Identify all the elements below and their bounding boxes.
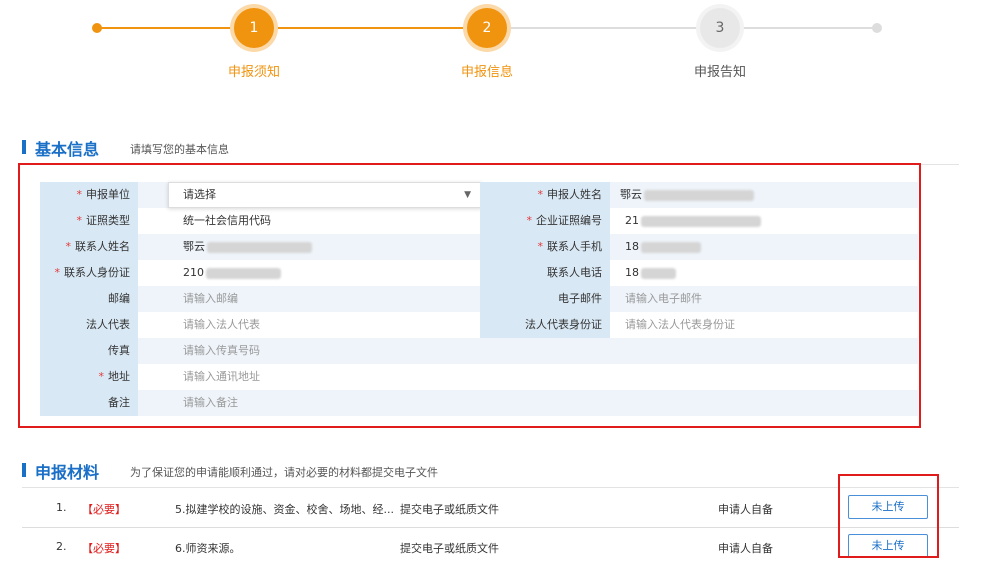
highlight-box-upload xyxy=(838,474,939,558)
address-input[interactable]: 请输入通讯地址 xyxy=(173,364,918,390)
label-postcode: 邮编 xyxy=(40,286,138,312)
step-progress: 1 申报须知 2 申报信息 3 申报告知 xyxy=(0,0,981,90)
material-type: 提交电子或纸质文件 xyxy=(400,503,499,516)
step-2-circle[interactable]: 2 xyxy=(467,8,507,48)
redacted-text xyxy=(641,267,676,279)
label-remark: 备注 xyxy=(40,390,138,416)
material-source: 申请人自备 xyxy=(718,542,773,555)
label-license-type: * 证照类型 xyxy=(40,208,138,234)
step-2-label[interactable]: 申报信息 xyxy=(427,61,547,80)
remark-input[interactable]: 请输入备注 xyxy=(138,390,918,416)
material-type: 提交电子或纸质文件 xyxy=(400,542,499,555)
applicant-name-field[interactable]: 鄂云 xyxy=(610,182,918,208)
label-applicant-unit: * 申报单位 xyxy=(40,182,138,208)
label-legal-rep-id: 法人代表身份证 xyxy=(480,312,610,338)
step-3-circle: 3 xyxy=(700,8,740,48)
progress-start-dot xyxy=(92,23,102,33)
legal-rep-id-input[interactable]: 请输入法人代表身份证 xyxy=(615,312,918,338)
postcode-input[interactable]: 请输入邮编 xyxy=(138,286,480,312)
material-index: 2. xyxy=(56,540,67,553)
basic-info-title: 基本信息 xyxy=(35,140,100,159)
progress-line-completed xyxy=(97,27,487,29)
form-row: * 地址 请输入通讯地址 xyxy=(40,364,918,390)
form-row: 邮编 请输入邮编 电子邮件 请输入电子邮件 xyxy=(40,286,918,312)
dropdown-arrow-icon: ▼ xyxy=(464,190,471,200)
basic-info-subtitle: 请填写您的基本信息 xyxy=(130,143,229,156)
required-tag: 【必要】 xyxy=(82,503,126,516)
step-3-label: 申报告知 xyxy=(693,65,746,80)
redacted-text xyxy=(207,241,312,253)
label-address: * 地址 xyxy=(40,364,138,390)
label-email: 电子邮件 xyxy=(480,286,610,312)
label-fax: 传真 xyxy=(40,338,138,364)
form-row: * 联系人身份证 210 联系人电话 18 xyxy=(40,260,918,286)
material-name[interactable]: 5.拟建学校的设施、资金、校舍、场地、经... xyxy=(175,501,394,517)
divider xyxy=(22,487,959,488)
applicant-unit-select[interactable]: 请选择 ▼ xyxy=(168,182,482,208)
section-marker xyxy=(22,140,26,154)
contact-id-field[interactable]: 210 xyxy=(173,260,480,286)
license-type-field[interactable]: 统一社会信用代码 xyxy=(173,208,480,234)
material-row: 2. 【必要】 6.师资来源。 提交电子或纸质文件 申请人自备 未上传 xyxy=(22,527,959,564)
contact-mobile-field[interactable]: 18 xyxy=(610,234,918,260)
required-tag: 【必要】 xyxy=(82,542,126,555)
redacted-text xyxy=(644,189,754,201)
fax-input[interactable]: 请输入传真号码 xyxy=(138,338,918,364)
progress-line-remaining xyxy=(487,27,877,29)
email-input[interactable]: 请输入电子邮件 xyxy=(610,286,918,312)
material-source: 申请人自备 xyxy=(718,503,773,516)
materials-title: 申报材料 xyxy=(35,463,100,482)
label-contact-name: * 联系人姓名 xyxy=(40,234,138,260)
form-row: 备注 请输入备注 xyxy=(40,390,918,416)
step-1-label[interactable]: 申报须知 xyxy=(194,61,314,80)
contact-phone-field[interactable]: 18 xyxy=(615,260,918,286)
form-row: * 证照类型 统一社会信用代码 * 企业证照编号 21 xyxy=(40,208,918,234)
material-row: 1. 【必要】 5.拟建学校的设施、资金、校舍、场地、经... 提交电子或纸质文… xyxy=(22,489,959,526)
form-row: * 申报单位 请选择 ▼ * 申报人姓名 鄂云 xyxy=(40,182,918,208)
label-license-number: * 企业证照编号 xyxy=(480,208,610,234)
form-row: 传真 请输入传真号码 xyxy=(40,338,918,364)
progress-end-dot xyxy=(872,23,882,33)
redacted-text xyxy=(206,267,281,279)
label-contact-id: * 联系人身份证 xyxy=(40,260,138,286)
form-row: 法人代表 请输入法人代表 法人代表身份证 请输入法人代表身份证 xyxy=(40,312,918,338)
license-number-field[interactable]: 21 xyxy=(615,208,918,234)
label-legal-rep: 法人代表 xyxy=(40,312,138,338)
redacted-text xyxy=(641,241,701,253)
redacted-text xyxy=(641,215,761,227)
step-1-circle[interactable]: 1 xyxy=(234,8,274,48)
form-row: * 联系人姓名 鄂云 * 联系人手机 18 xyxy=(40,234,918,260)
label-applicant-name: * 申报人姓名 xyxy=(480,182,610,208)
contact-name-field[interactable]: 鄂云 xyxy=(138,234,480,260)
label-contact-mobile: * 联系人手机 xyxy=(480,234,610,260)
section-marker xyxy=(22,463,26,477)
legal-rep-input[interactable]: 请输入法人代表 xyxy=(173,312,480,338)
materials-subtitle: 为了保证您的申请能顺利通过，请对必要的材料都提交电子文件 xyxy=(130,466,438,479)
material-index: 1. xyxy=(56,501,67,514)
label-contact-phone: 联系人电话 xyxy=(480,260,610,286)
material-name[interactable]: 6.师资来源。 xyxy=(175,540,241,556)
